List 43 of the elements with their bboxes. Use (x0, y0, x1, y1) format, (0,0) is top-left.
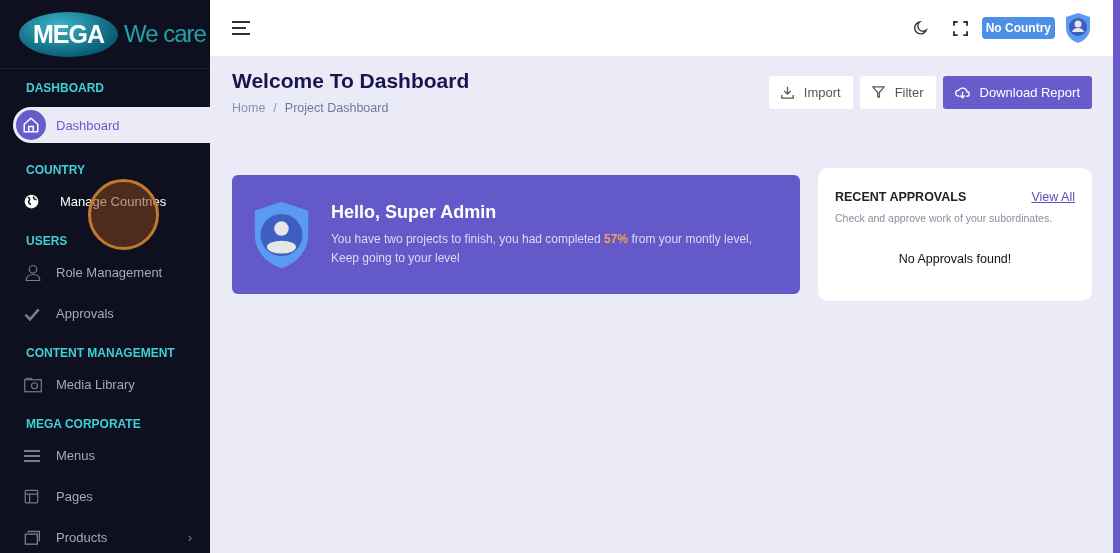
nav-item[interactable]: Approvals (0, 293, 210, 334)
view-all-link[interactable]: View All (1031, 190, 1075, 204)
section-header: DASHBOARD (25, 80, 105, 97)
scrollbar[interactable] (1113, 0, 1120, 553)
empty-message: No Approvals found! (897, 252, 1013, 266)
nav-item[interactable]: Products › (0, 517, 210, 553)
section-header: USERS (25, 233, 69, 250)
menu-icon[interactable] (232, 21, 250, 35)
user-icon (24, 263, 42, 282)
cloud-download-icon (954, 86, 970, 99)
filter-button[interactable]: Filter (859, 76, 936, 109)
nav-item[interactable]: Menus (0, 435, 210, 476)
nav-item[interactable]: Dashboard (13, 107, 210, 143)
filter-icon (871, 86, 885, 99)
fullscreen-icon[interactable] (952, 20, 968, 36)
logo-tagline: We care (124, 20, 206, 48)
breadcrumb-separator: / (273, 101, 277, 115)
page-title: Welcome To Dashboard (232, 69, 470, 93)
section-header: CONTENT MANAGEMENT (25, 345, 176, 362)
check-icon (24, 306, 40, 321)
section-header: MEGA CORPORATE (25, 416, 142, 433)
card-subtitle: Check and approve work of your subordinates. (835, 212, 1054, 224)
greeting: Hello, Super Admin (330, 201, 498, 223)
import-button[interactable]: Import (768, 76, 853, 109)
camera-icon (24, 376, 42, 393)
moon-icon[interactable] (912, 20, 929, 36)
avatar-icon[interactable] (1065, 12, 1091, 44)
breadcrumb-item: Project Dashboard (284, 101, 389, 115)
home-icon (22, 116, 40, 134)
nav-item[interactable]: Media Library (0, 364, 210, 405)
welcome-message: You have two projects to finish, you had completed 57% from your montly level, Keep going to your level (330, 230, 754, 267)
download-button[interactable]: Download Report (942, 76, 1092, 109)
globe-icon (24, 194, 39, 209)
layout-icon (24, 489, 39, 504)
logo-badge: MEGA (19, 11, 118, 57)
download-icon (780, 86, 794, 99)
section-header: COUNTRY (25, 162, 86, 179)
nav-item[interactable]: Role Management (0, 252, 210, 293)
chevron-icon: › (187, 530, 192, 545)
card-title: RECENT APPROVALS (835, 190, 967, 204)
nav-item[interactable]: Pages (0, 476, 210, 517)
box-icon (24, 530, 40, 545)
list-icon (24, 448, 40, 463)
